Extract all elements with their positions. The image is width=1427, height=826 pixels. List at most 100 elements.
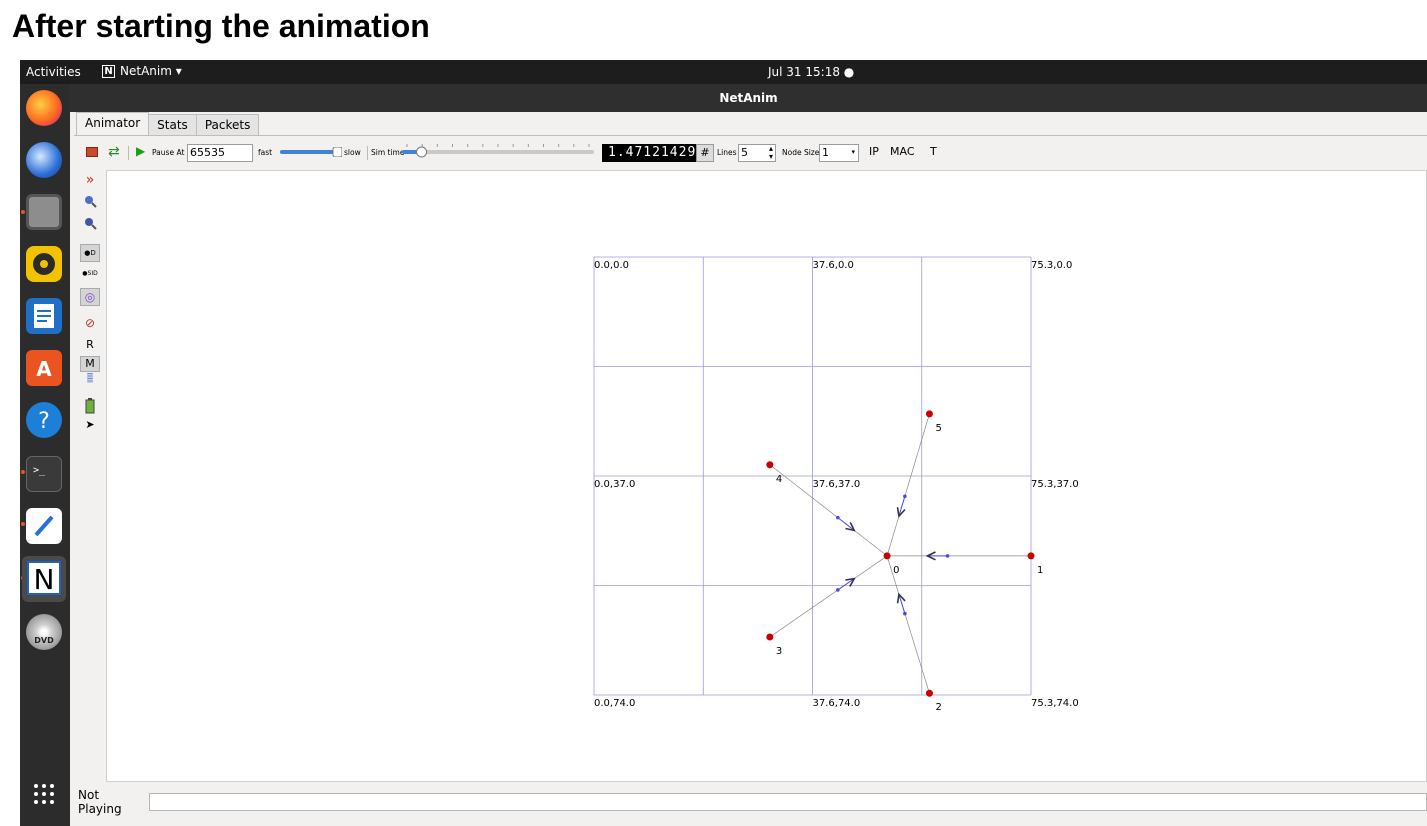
grid-coordinate-label: 75.3,37.0: [1031, 479, 1079, 490]
zoom-in-icon[interactable]: [80, 194, 100, 211]
svg-text:N: N: [34, 563, 55, 596]
clock[interactable]: Jul 31 15:18 ●: [768, 65, 854, 79]
t-toggle[interactable]: T: [930, 145, 937, 158]
firefox-icon[interactable]: [26, 90, 62, 126]
grid-coordinate-label: 75.3,0.0: [1031, 260, 1072, 271]
sim-time-label: Sim time: [371, 148, 405, 157]
network-scene: 0.0,0.0 37.6,0.0 75.3,0.0 0.0,37.0 37.6,37.0…: [593, 256, 1079, 713]
files-icon[interactable]: [26, 194, 62, 230]
status-field: [149, 793, 1427, 811]
node-0: [883, 552, 891, 560]
link-line: [886, 555, 930, 694]
show-applications-icon[interactable]: [32, 782, 56, 806]
grid-coordinate-label: 37.6,0.0: [813, 260, 854, 271]
ip-toggle[interactable]: IP: [869, 145, 879, 158]
sim-time-slider[interactable]: [402, 144, 594, 160]
node-1: [1027, 552, 1035, 560]
pause-at-input[interactable]: 65535: [187, 144, 253, 162]
ubuntu-desktop: Activities N NetAnim ▾ Jul 31 15:18 ● A …: [20, 60, 1427, 826]
battery-icon[interactable]: [80, 398, 100, 417]
cursor-icon[interactable]: ➤: [80, 418, 100, 431]
tab-packets[interactable]: Packets: [195, 114, 260, 135]
chevron-down-icon: ▾: [851, 148, 855, 156]
toolbar-separator: [367, 146, 368, 160]
activities-button[interactable]: Activities: [26, 65, 81, 79]
svg-text:?: ?: [38, 409, 50, 434]
packet-dot: [836, 515, 840, 520]
speed-slider[interactable]: [280, 146, 343, 158]
running-indicator: [21, 470, 25, 474]
lines-spinbox[interactable]: 5 ▴ ▾: [738, 144, 776, 162]
node-4: [766, 461, 774, 469]
node-label: 3: [776, 646, 782, 657]
grid-coordinate-label: 37.6,74.0: [813, 698, 861, 709]
node-label: 4: [776, 474, 782, 485]
svg-text:>_: >_: [33, 465, 46, 476]
node-size-select[interactable]: 1 ▾: [819, 144, 859, 162]
expand-icon[interactable]: »: [80, 173, 100, 187]
node-3: [766, 633, 774, 641]
terminal-icon[interactable]: >_: [26, 456, 62, 492]
netanim-icon[interactable]: N: [22, 556, 66, 602]
packet-dot: [945, 554, 950, 558]
text-editor-icon[interactable]: [26, 508, 62, 544]
netanim-logo-icon: N: [102, 64, 115, 78]
svg-text:DVD: DVD: [34, 636, 54, 645]
rhythmbox-icon[interactable]: [26, 246, 62, 282]
link-line: [769, 555, 888, 638]
window-titlebar[interactable]: NetAnim: [70, 84, 1427, 112]
app-menu[interactable]: N NetAnim ▾: [102, 64, 182, 78]
tab-animator[interactable]: Animator: [76, 112, 150, 135]
packet-dot: [903, 494, 907, 499]
link-line: [886, 413, 930, 557]
reload-icon[interactable]: ⇄: [108, 144, 120, 160]
node-2: [925, 689, 933, 697]
node-label: 5: [935, 423, 941, 434]
status-text: Not Playing: [78, 788, 122, 816]
node-label: 2: [935, 702, 941, 713]
show-node-id-icon[interactable]: ●D: [80, 244, 100, 262]
slow-label: slow: [344, 148, 361, 157]
tab-bar: Animator Stats Packets: [76, 112, 260, 135]
libreoffice-writer-icon[interactable]: [26, 298, 62, 334]
packet-dot: [903, 611, 907, 616]
dvd-icon[interactable]: DVD: [26, 614, 62, 650]
node-size-value: 1: [822, 146, 829, 159]
show-node-sysid-icon[interactable]: ●SID: [80, 270, 100, 277]
grid-coordinate-label: 75.3,74.0: [1031, 698, 1079, 709]
running-indicator: [21, 522, 25, 526]
thunderbird-icon[interactable]: [26, 142, 62, 178]
animation-canvas[interactable]: 0.0,0.0 37.6,0.0 75.3,0.0 0.0,37.0 37.6,37.0…: [106, 170, 1427, 782]
play-icon[interactable]: ▶: [136, 144, 145, 158]
app-menu-label: NetAnim ▾: [120, 64, 182, 78]
lines-label: Lines: [717, 148, 737, 157]
grid-coordinate-label: 0.0,37.0: [594, 479, 635, 490]
dock: A ? >_ N DVD: [20, 84, 70, 826]
grid-coordinate-label: 0.0,0.0: [594, 260, 629, 271]
grid-coordinate-label: 0.0,74.0: [594, 698, 635, 709]
lines-value: 5: [741, 146, 748, 159]
spin-arrows-icon[interactable]: ▴ ▾: [769, 145, 773, 161]
packet-dot: [836, 588, 840, 592]
r-button[interactable]: R: [80, 338, 100, 351]
open-file-icon[interactable]: [86, 147, 98, 157]
grid-coordinate-label: 37.6,37.0: [813, 479, 861, 490]
list-icon[interactable]: ≡ ≡: [80, 372, 100, 386]
toolbar-separator: [128, 146, 129, 160]
grid-toggle-button[interactable]: #: [696, 144, 714, 162]
software-center-icon[interactable]: A: [26, 350, 62, 386]
fingerprint-icon[interactable]: ◎: [80, 288, 100, 306]
tab-stats[interactable]: Stats: [148, 114, 197, 135]
pause-at-label: Pause At: [152, 148, 185, 157]
svg-text:A: A: [36, 357, 52, 381]
mac-toggle[interactable]: MAC: [890, 145, 915, 158]
node-label: 1: [1037, 565, 1043, 576]
block-icon[interactable]: ⊘: [80, 316, 100, 330]
running-indicator: [21, 210, 25, 214]
zoom-out-icon[interactable]: [80, 216, 100, 233]
node-size-label: Node Size: [782, 148, 820, 157]
help-icon[interactable]: ?: [26, 402, 62, 438]
system-topbar: Activities N NetAnim ▾ Jul 31 15:18 ●: [20, 60, 1427, 84]
node-5: [925, 410, 933, 418]
m-button[interactable]: M: [80, 356, 100, 372]
